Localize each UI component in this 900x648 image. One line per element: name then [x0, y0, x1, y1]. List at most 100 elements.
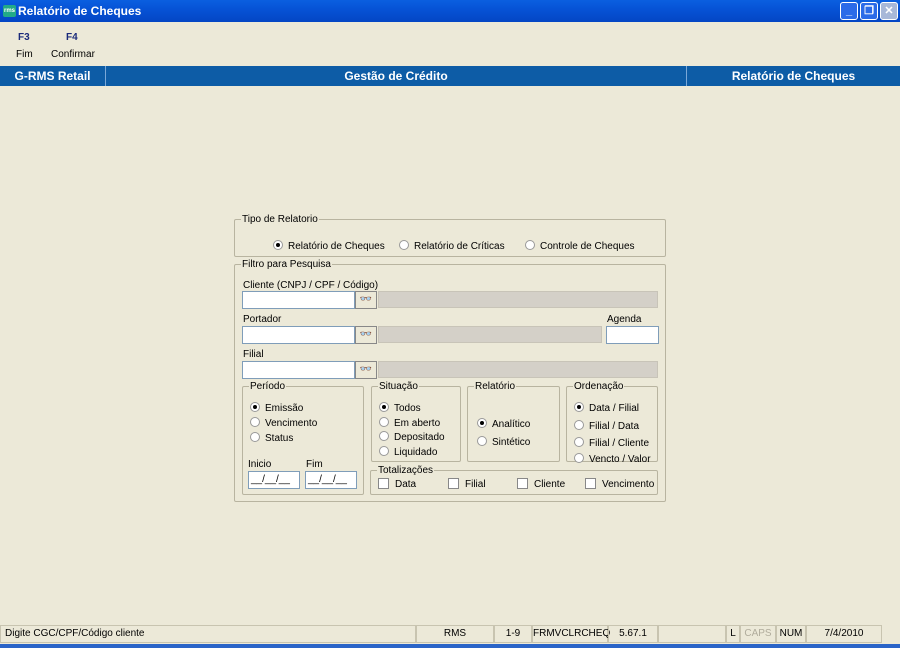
radio-sintetico[interactable]: Sintético — [477, 436, 530, 448]
fim-date-input[interactable]: __/__/__ — [305, 471, 357, 489]
portador-name-display — [378, 326, 602, 343]
checkbox-label: Cliente — [534, 479, 566, 490]
radio-label: Relatório de Cheques — [288, 241, 385, 252]
radio-status[interactable]: Status — [250, 432, 293, 444]
inicio-date-input[interactable]: __/__/__ — [248, 471, 300, 489]
filial-name-display — [378, 361, 658, 378]
checkbox-cliente[interactable]: Cliente — [517, 478, 565, 490]
filial-input[interactable] — [242, 361, 355, 379]
header-module: Gestão de Crédito — [106, 66, 687, 86]
radio-label: Em aberto — [394, 418, 441, 429]
binoculars-icon: 👓 — [359, 364, 373, 375]
radio-label: Liquidado — [394, 447, 438, 458]
agenda-input[interactable] — [606, 326, 659, 344]
checkbox-filial[interactable]: Filial — [448, 478, 486, 490]
status-range: 1-9 — [494, 625, 532, 643]
header-app-name: G-RMS Retail — [0, 66, 106, 86]
close-button[interactable]: ✕ — [880, 2, 898, 20]
radio-label: Filial / Data — [589, 421, 640, 432]
relatorio-group: Relatório Analítico Sintético — [467, 381, 560, 462]
totalizacoes-legend: Totalizações — [378, 465, 434, 476]
binoculars-icon: 👓 — [359, 329, 373, 340]
tipo-legend: Tipo de Relatorio — [242, 214, 318, 225]
minimize-button[interactable]: _ — [840, 2, 858, 20]
inicio-label: Inicio — [248, 459, 272, 470]
checkbox-label: Vencimento — [602, 479, 655, 490]
checkbox-vencimento[interactable]: Vencimento — [585, 478, 654, 490]
filial-search-button[interactable]: 👓 — [355, 361, 377, 379]
agenda-label: Agenda — [607, 314, 642, 325]
situacao-group: Situação Todos Em aberto Depositado Liqu… — [371, 381, 461, 462]
radio-label: Data / Filial — [589, 403, 640, 414]
radio-em-aberto[interactable]: Em aberto — [379, 417, 440, 429]
status-date: 7/4/2010 — [806, 625, 882, 643]
filtro-legend: Filtro para Pesquisa — [242, 259, 331, 270]
radio-relatorio-criticas[interactable]: Relatório de Críticas — [399, 240, 505, 252]
radio-vencto-valor[interactable]: Vencto / Valor — [574, 453, 651, 465]
status-form: FRMVCLRCHEQ — [532, 625, 610, 643]
status-num: NUM — [776, 625, 806, 643]
radio-data-filial[interactable]: Data / Filial — [574, 402, 639, 414]
window-title: Relatório de Cheques — [18, 4, 142, 18]
radio-emissao[interactable]: Emissão — [250, 402, 303, 414]
radio-label: Emissão — [265, 403, 304, 414]
radio-label: Sintético — [492, 437, 531, 448]
fim-key: F3 — [18, 32, 30, 43]
confirmar-key: F4 — [66, 32, 78, 43]
radio-analitico[interactable]: Analítico — [477, 418, 530, 430]
filial-label: Filial — [243, 349, 264, 360]
ordenacao-group: Ordenação Data / Filial Filial / Data Fi… — [566, 381, 658, 465]
status-extra — [658, 625, 726, 643]
radio-liquidado[interactable]: Liquidado — [379, 446, 437, 458]
radio-vencimento[interactable]: Vencimento — [250, 417, 317, 429]
title-bar: rms Relatório de Cheques _ ❐ ✕ — [0, 0, 900, 22]
periodo-legend: Período — [250, 381, 286, 392]
ordenacao-legend: Ordenação — [574, 381, 624, 392]
radio-label: Relatório de Críticas — [414, 241, 505, 252]
radio-depositado[interactable]: Depositado — [379, 431, 445, 443]
maximize-button[interactable]: ❐ — [860, 2, 878, 20]
cliente-input[interactable] — [242, 291, 355, 309]
radio-todos[interactable]: Todos — [379, 402, 421, 414]
fim-label: Fim — [306, 459, 323, 470]
radio-relatorio-cheques[interactable]: Relatório de Cheques — [273, 240, 385, 252]
status-caps: CAPS — [740, 625, 776, 643]
tipo-relatorio-group: Tipo de Relatorio Relatório de Cheques R… — [234, 214, 666, 257]
radio-label: Analítico — [492, 419, 531, 430]
radio-label: Vencto / Valor — [589, 454, 651, 465]
situacao-legend: Situação — [379, 381, 418, 392]
status-system: RMS — [416, 625, 494, 643]
totalizacoes-group: Totalizações Data Filial Cliente Vencime… — [370, 465, 658, 495]
cliente-search-button[interactable]: 👓 — [355, 291, 377, 309]
portador-search-button[interactable]: 👓 — [355, 326, 377, 344]
checkbox-label: Filial — [465, 479, 486, 490]
confirmar-label: Confirmar — [51, 49, 95, 60]
portador-input[interactable] — [242, 326, 355, 344]
radio-label: Vencimento — [265, 418, 318, 429]
periodo-group: Período Emissão Vencimento Status Inicio… — [242, 381, 364, 495]
radio-label: Todos — [394, 403, 421, 414]
status-bar: Digite CGC/CPF/Código cliente RMS 1-9 FR… — [0, 624, 900, 644]
confirmar-button[interactable]: F4 Confirmar — [50, 30, 96, 62]
app-icon: rms — [3, 5, 16, 17]
checkbox-label: Data — [395, 479, 417, 490]
radio-filial-data[interactable]: Filial / Data — [574, 420, 639, 432]
status-version: 5.67.1 — [608, 625, 658, 643]
fim-button[interactable]: F3 Fim — [10, 30, 40, 62]
radio-label: Controle de Cheques — [540, 241, 635, 252]
radio-label: Status — [265, 433, 294, 444]
header-bar: G-RMS Retail Gestão de Crédito Relatório… — [0, 66, 900, 86]
cliente-name-display — [378, 291, 658, 308]
radio-label: Filial / Cliente — [589, 438, 650, 449]
radio-filial-cliente[interactable]: Filial / Cliente — [574, 437, 649, 449]
header-screen: Relatório de Cheques — [731, 69, 856, 83]
taskbar-strip — [0, 644, 900, 648]
checkbox-data[interactable]: Data — [378, 478, 416, 490]
radio-label: Depositado — [394, 432, 445, 443]
status-l: L — [726, 625, 740, 643]
status-hint: Digite CGC/CPF/Código cliente — [0, 625, 416, 643]
radio-controle-cheques[interactable]: Controle de Cheques — [525, 240, 635, 252]
fim-label: Fim — [16, 49, 33, 60]
binoculars-icon: 👓 — [359, 294, 373, 305]
portador-label: Portador — [243, 314, 282, 325]
